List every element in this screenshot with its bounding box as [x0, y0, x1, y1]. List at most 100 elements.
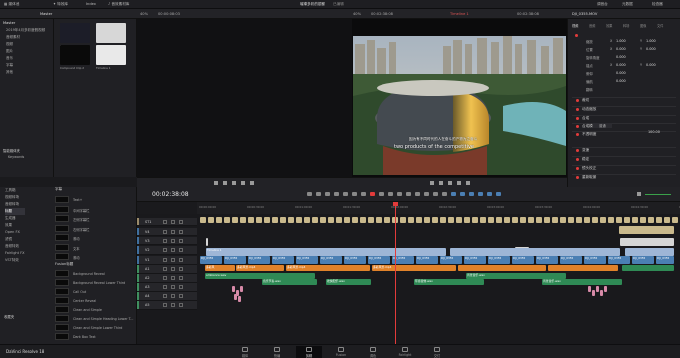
stop-button[interactable]	[232, 181, 236, 185]
section-enabled-icon[interactable]	[576, 175, 579, 179]
track-toggle-icon[interactable]	[163, 220, 167, 224]
subtitle-clip[interactable]	[232, 217, 238, 223]
clip-thumbnail[interactable]: Timeline 1	[60, 23, 90, 48]
subtitle-clip[interactable]	[592, 217, 598, 223]
track-toggle-icon[interactable]	[171, 258, 175, 262]
v1-clip[interactable]: DJI_0355	[368, 256, 390, 264]
subtitle-clip[interactable]	[584, 217, 590, 223]
section-enabled-icon[interactable]	[576, 157, 579, 161]
edit-tool-icon[interactable]	[451, 192, 456, 196]
section-enabled-icon[interactable]	[576, 148, 579, 152]
section-enabled-icon[interactable]	[576, 132, 579, 136]
subtitle-clip[interactable]	[384, 217, 390, 223]
fusion-title-item[interactable]: Background Reveal	[55, 269, 133, 278]
fusion-title-item[interactable]: Clean and Simple Lower Third	[55, 323, 133, 332]
inspector-tab[interactable]: 转场	[623, 23, 629, 28]
volume-slider[interactable]	[645, 194, 671, 195]
track-toggle-icon[interactable]	[171, 248, 175, 252]
transform-enabled-icon[interactable]	[575, 33, 578, 37]
track-header[interactable]: A4	[137, 292, 197, 301]
subtitle-clip[interactable]	[536, 217, 542, 223]
inspector-tab[interactable]: 文件	[657, 23, 663, 28]
fusion-title-item[interactable]: Background Reveal Lower Third	[55, 278, 133, 287]
subtitle-clip[interactable]	[544, 217, 550, 223]
subtitle-clip[interactable]	[616, 217, 622, 223]
effects-tree-item[interactable]: 视频转场	[5, 194, 25, 201]
audio-clip[interactable]: 背景音乐.wav	[542, 279, 622, 285]
v1-clip[interactable]: DJI_0355	[344, 256, 366, 264]
subtitle-clip[interactable]	[200, 217, 206, 223]
subtitle-clip[interactable]	[568, 217, 574, 223]
clip-thumbnail[interactable]: Timeline 1	[96, 45, 126, 70]
subtitle-clip[interactable]	[432, 217, 438, 223]
audio-clip[interactable]: 多彩风景.mp4	[286, 265, 370, 271]
track-toggle-icon[interactable]	[163, 248, 167, 252]
inspector-tab[interactable]: 检查器	[652, 2, 663, 7]
subtitle-clip[interactable]	[608, 217, 614, 223]
track-toggle-icon[interactable]	[179, 239, 183, 243]
v1-clip[interactable]: DJI_0355	[416, 256, 438, 264]
sound-library-tab[interactable]: ♪ 音效素材库	[108, 2, 129, 7]
subtitle-clip[interactable]	[472, 217, 478, 223]
subtitle-clip[interactable]	[248, 217, 254, 223]
track-toggle-icon[interactable]	[171, 285, 175, 289]
title-item[interactable]: 文本	[55, 243, 133, 252]
param-x-value[interactable]: 0.000	[616, 47, 626, 51]
track-toggle-icon[interactable]	[179, 230, 183, 234]
section-enabled-icon[interactable]	[576, 107, 579, 111]
audio-clip[interactable]: 多彩风景.mp4	[236, 265, 284, 271]
track-toggle-icon[interactable]	[163, 239, 167, 243]
inspector-tab[interactable]: 视频	[572, 23, 578, 28]
subtitle-clip[interactable]	[440, 217, 446, 223]
edit-tool-icon[interactable]	[415, 192, 420, 196]
tl-skip-start-button[interactable]	[430, 181, 434, 185]
page-tab[interactable]: Fusion	[328, 346, 354, 358]
section-enabled-icon[interactable]	[576, 124, 579, 128]
subtitle-clip[interactable]	[272, 217, 278, 223]
tl-stop-button[interactable]	[448, 181, 452, 185]
edit-tool-icon[interactable]	[379, 192, 384, 196]
subtitle-clip[interactable]	[504, 217, 510, 223]
audio-clip[interactable]: 环境音效.wav	[414, 279, 484, 285]
effects-tree-item[interactable]: Open FX	[5, 229, 25, 236]
subtitle-clip[interactable]	[376, 217, 382, 223]
effects-tree-item[interactable]: 音频特效	[5, 243, 25, 250]
clip-thumbnail[interactable]: Compound Clip 2	[60, 45, 90, 70]
timeline-ruler[interactable]: 00:00:00:00 00:00:30:00 00:01:00:00 00:01:3…	[197, 202, 680, 214]
audio-fx-clip[interactable]	[604, 286, 607, 292]
subtitle-clip[interactable]	[512, 217, 518, 223]
page-tab[interactable]: 交付	[424, 346, 450, 358]
subtitle-clip[interactable]	[496, 217, 502, 223]
subtitle-clip[interactable]	[352, 217, 358, 223]
effects-tree-item[interactable]: 音频转场	[5, 201, 25, 208]
subtitle-clip[interactable]	[416, 217, 422, 223]
fusion-title-item[interactable]: Center Reveal	[55, 296, 133, 305]
subtitle-clip[interactable]	[400, 217, 406, 223]
audio-clip[interactable]	[622, 265, 674, 271]
subtitle-clip[interactable]	[576, 217, 582, 223]
fusion-title-item[interactable]: Clean and Simple	[55, 305, 133, 314]
track-toggle-icon[interactable]	[163, 267, 167, 271]
subtitle-clip[interactable]	[480, 217, 486, 223]
subtitle-clip[interactable]	[520, 217, 526, 223]
inspector-section[interactable]: 镜头校正	[572, 165, 676, 173]
page-tab[interactable]: 剪辑	[296, 346, 322, 358]
v1-clip[interactable]: DJI_0355	[272, 256, 294, 264]
inspector-section[interactable]: 裁切	[572, 97, 676, 105]
edit-tool-icon[interactable]	[343, 192, 348, 196]
subtitle-clip[interactable]	[488, 217, 494, 223]
timeline-name[interactable]: Timeline 1	[450, 12, 469, 16]
track-toggle-icon[interactable]	[171, 239, 175, 243]
audio-fx-clip[interactable]	[238, 296, 241, 302]
param-x-value[interactable]: 0.000	[616, 63, 626, 67]
v1-clip[interactable]: DJI_0355	[248, 256, 270, 264]
track-toggle-icon[interactable]	[171, 303, 175, 307]
edit-tool-icon[interactable]	[388, 192, 393, 196]
track-header[interactable]: A2	[137, 274, 197, 283]
bin-item[interactable]: 音乐	[6, 55, 45, 62]
opacity-value[interactable]: 100.00	[648, 130, 660, 134]
subtitle-clip[interactable]	[360, 217, 366, 223]
edit-tool-icon[interactable]	[406, 192, 411, 196]
subtitle-clip[interactable]	[648, 217, 654, 223]
track-toggle-icon[interactable]	[163, 230, 167, 234]
